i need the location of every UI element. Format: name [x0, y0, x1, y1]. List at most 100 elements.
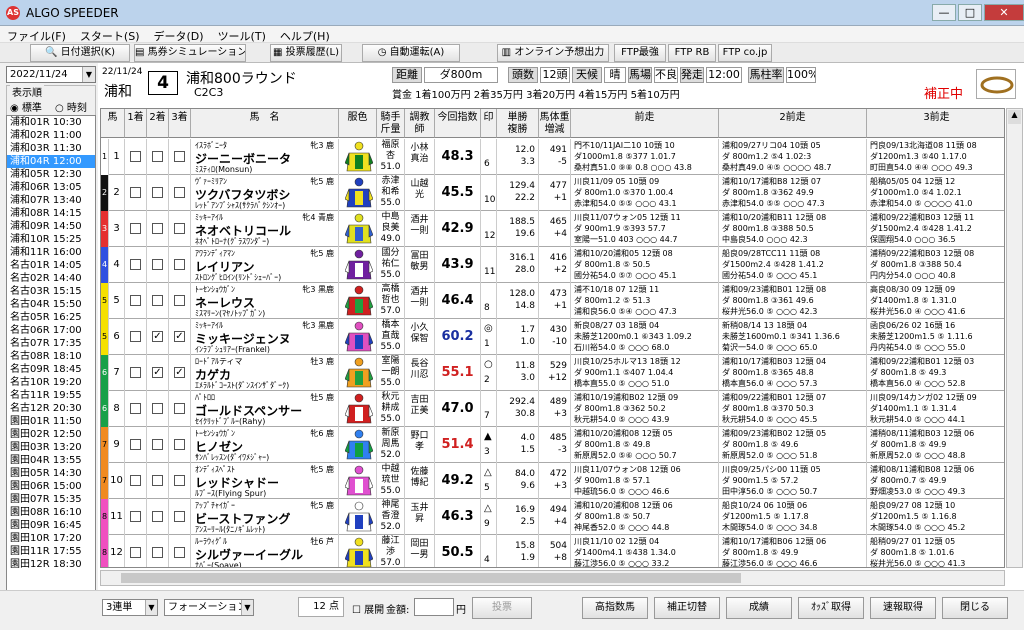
pick-checkbox[interactable]	[152, 547, 163, 558]
pick-checkbox[interactable]	[174, 403, 185, 414]
race-list-item[interactable]: 園田06R 15:00	[7, 480, 95, 493]
pick-checkbox[interactable]	[130, 367, 141, 378]
race-list-item[interactable]: 園田09R 16:45	[7, 519, 95, 532]
pick-checkbox[interactable]	[130, 403, 141, 414]
race-list-item[interactable]: 園田03R 13:20	[7, 441, 95, 454]
race-list-item[interactable]: 名古09R 18:45	[7, 363, 95, 376]
order-radio-time[interactable]: ○ 時刻	[55, 99, 87, 114]
race-list-item[interactable]: 浦和08R 14:15	[7, 207, 95, 220]
scroll-thumb[interactable]	[121, 573, 741, 583]
menu-file[interactable]: ファイル(F)	[0, 26, 73, 44]
pick-checkbox[interactable]	[152, 151, 163, 162]
pick-checkbox[interactable]	[174, 295, 185, 306]
pick-checkbox[interactable]	[130, 475, 141, 486]
race-list-item[interactable]: 名古03R 15:15	[7, 285, 95, 298]
race-list-item[interactable]: 園田11R 17:55	[7, 545, 95, 558]
race-list-item[interactable]: 名古05R 16:25	[7, 311, 95, 324]
correction-toggle-button[interactable]: 補正切替	[654, 597, 720, 619]
date-select-button[interactable]: 🔍 日付選択(K)	[30, 44, 130, 62]
race-list-item[interactable]: 浦和04R 12:00	[7, 155, 95, 168]
pick-checkbox[interactable]	[130, 511, 141, 522]
pick-checkbox[interactable]	[174, 475, 185, 486]
close-button[interactable]: ✕	[984, 4, 1024, 21]
online-prediction-button[interactable]: ▥ オンライン予想出力	[497, 44, 609, 62]
race-list-item[interactable]: 園田08R 16:10	[7, 506, 95, 519]
order-radio-standard[interactable]: ◉ 標準	[10, 99, 42, 114]
race-list-item[interactable]: 園田02R 12:50	[7, 428, 95, 441]
pick-checkbox[interactable]: ✓	[152, 331, 163, 342]
race-list-item[interactable]: 名古07R 17:35	[7, 337, 95, 350]
pick-checkbox[interactable]	[174, 259, 185, 270]
menu-tools[interactable]: ツール(T)	[211, 26, 273, 44]
race-list-item[interactable]: 浦和11R 16:00	[7, 246, 95, 259]
bet-type-select[interactable]: 3連単 ▼	[102, 599, 158, 616]
pick-checkbox[interactable]	[174, 511, 185, 522]
pick-checkbox[interactable]	[130, 547, 141, 558]
close-window-button[interactable]: 閉じる	[942, 597, 1008, 619]
ftp-rb-button[interactable]: FTP RB	[668, 44, 716, 62]
race-list-item[interactable]: 浦和02R 11:00	[7, 129, 95, 142]
date-dropdown[interactable]: 2022/11/24 ▼	[6, 66, 96, 83]
pick-checkbox[interactable]	[174, 547, 185, 558]
race-list-item[interactable]: 園田07R 15:35	[7, 493, 95, 506]
pick-checkbox[interactable]	[130, 223, 141, 234]
pick-checkbox[interactable]	[174, 187, 185, 198]
race-list-item[interactable]: 名古02R 14:40	[7, 272, 95, 285]
pick-checkbox[interactable]	[152, 259, 163, 270]
race-list-item[interactable]: 園田12R 18:30	[7, 558, 95, 571]
pick-checkbox[interactable]	[152, 475, 163, 486]
race-list-item[interactable]: 園田01R 11:50	[7, 415, 95, 428]
ftp-saikyo-button[interactable]: FTP最強	[614, 44, 666, 62]
menu-start[interactable]: スタート(S)	[73, 26, 147, 44]
race-list-item[interactable]: 名古06R 17:00	[7, 324, 95, 337]
bet-simulation-button[interactable]: ▤ 馬券シミュレーション(B)	[134, 44, 246, 62]
chevron-down-icon[interactable]: ▼	[145, 600, 157, 615]
pick-checkbox[interactable]	[130, 259, 141, 270]
race-list-item[interactable]: 名古01R 14:05	[7, 259, 95, 272]
pick-checkbox[interactable]	[152, 187, 163, 198]
menu-help[interactable]: ヘルプ(H)	[273, 26, 337, 44]
pick-checkbox[interactable]	[152, 511, 163, 522]
race-list-item[interactable]: 浦和06R 13:05	[7, 181, 95, 194]
race-list-item[interactable]: 名古08R 18:10	[7, 350, 95, 363]
race-list-item[interactable]: 浦和07R 13:40	[7, 194, 95, 207]
pick-checkbox[interactable]	[130, 151, 141, 162]
horizontal-scrollbar[interactable]	[100, 570, 1005, 586]
pick-checkbox[interactable]	[130, 295, 141, 306]
pick-checkbox[interactable]	[174, 223, 185, 234]
ftp-cojp-button[interactable]: FTP co.jp	[718, 44, 772, 62]
pick-checkbox[interactable]: ✓	[152, 367, 163, 378]
pick-checkbox[interactable]	[152, 439, 163, 450]
race-list-item[interactable]: 浦和03R 11:30	[7, 142, 95, 155]
race-list-item[interactable]: 名古12R 20:30	[7, 402, 95, 415]
auto-run-button[interactable]: ◷ 自動運転(A)	[362, 44, 460, 62]
pick-checkbox[interactable]	[174, 151, 185, 162]
bet-method-select[interactable]: フォーメーション ▼	[164, 599, 254, 616]
pick-checkbox[interactable]	[130, 439, 141, 450]
pick-checkbox[interactable]	[152, 295, 163, 306]
menu-data[interactable]: データ(D)	[147, 26, 211, 44]
race-list-item[interactable]: 園田04R 13:55	[7, 454, 95, 467]
race-list-item[interactable]: 浦和05R 12:30	[7, 168, 95, 181]
high-index-button[interactable]: 高指数馬	[582, 597, 648, 619]
vote-button[interactable]: 投票	[472, 597, 532, 619]
race-list-item[interactable]: 園田10R 17:20	[7, 532, 95, 545]
pick-checkbox[interactable]: ✓	[174, 367, 185, 378]
pick-checkbox[interactable]	[152, 223, 163, 234]
race-list[interactable]: 浦和01R 10:30 浦和02R 11:00 浦和03R 11:30 浦和04R 1…	[6, 115, 96, 627]
race-list-item[interactable]: 名古04R 15:50	[7, 298, 95, 311]
race-list-item[interactable]: 名古10R 19:20	[7, 376, 95, 389]
race-list-item[interactable]: 浦和10R 15:25	[7, 233, 95, 246]
expand-checkbox[interactable]: ☐ 展開	[352, 601, 384, 616]
pick-checkbox[interactable]	[130, 331, 141, 342]
vertical-scrollbar[interactable]: ▲	[1006, 108, 1023, 568]
pick-checkbox[interactable]: ✓	[174, 331, 185, 342]
maximize-button[interactable]: □	[958, 4, 982, 21]
breaking-fetch-button[interactable]: 速報取得	[870, 597, 936, 619]
chevron-down-icon[interactable]: ▼	[241, 600, 253, 615]
results-button[interactable]: 成績	[726, 597, 792, 619]
race-list-item[interactable]: 園田05R 14:30	[7, 467, 95, 480]
amount-input[interactable]	[414, 598, 454, 616]
chevron-down-icon[interactable]: ▼	[82, 67, 95, 82]
race-list-item[interactable]: 名古11R 19:55	[7, 389, 95, 402]
